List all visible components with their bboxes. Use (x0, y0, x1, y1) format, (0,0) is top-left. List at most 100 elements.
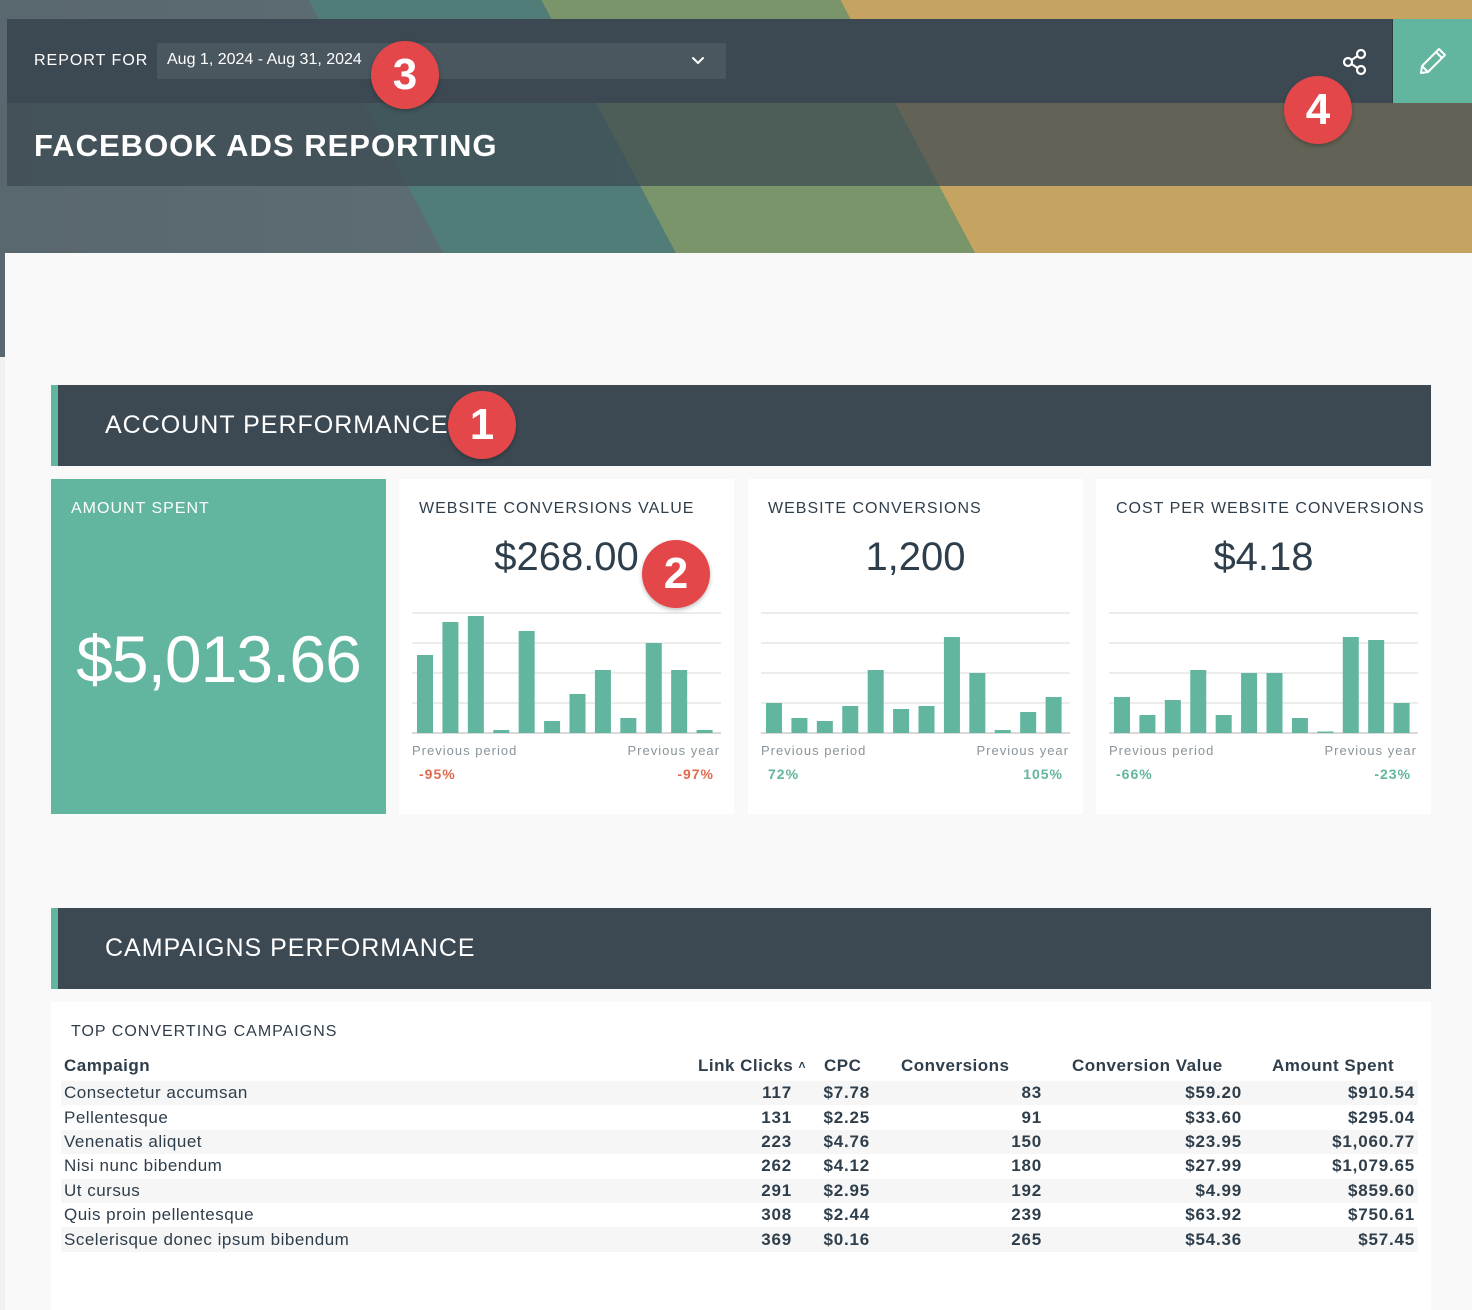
table-row: Ut cursus 291 $2.95 192 $4.99 $859.60 (61, 1178, 1418, 1203)
campaign-name-cell: Consectetur accumsan (64, 1083, 248, 1103)
campaigns-table: Campaign Link Clicks ˄ CPC Conversions C… (61, 1051, 1418, 1252)
chart-bar (620, 718, 637, 733)
title-bar: FACEBOOK ADS REPORTING (7, 103, 1472, 186)
chart-bar (467, 616, 484, 733)
page-title: FACEBOOK ADS REPORTING (34, 128, 498, 163)
annotation-badge: 3 (371, 41, 439, 109)
campaign-name-cell: Quis proin pellentesque (64, 1205, 255, 1225)
metric-cell: 192 (1011, 1180, 1042, 1200)
chart-bar (1342, 637, 1359, 733)
chart-bar (1114, 697, 1131, 733)
chart-bar (1393, 703, 1410, 733)
report-toolbar: REPORT FOR Aug 1, 2024 - Aug 31, 2024 (7, 19, 1472, 103)
chart-bar (893, 709, 910, 733)
campaign-name-cell: Scelerisque donec ipsum bibendum (64, 1229, 350, 1249)
campaign-name-cell: Venenatis aliquet (64, 1131, 202, 1151)
sort-ascending-icon: ˄ (798, 1058, 806, 1072)
table-row: Quis proin pellentesque 308 $2.44 239 $63.92… (61, 1203, 1418, 1227)
metric-cell: 239 (1011, 1205, 1042, 1225)
table-row: Venenatis aliquet 223 $4.76 150 $23.95 $1,060… (61, 1129, 1418, 1155)
previous-period-label: Previous period (1109, 743, 1215, 758)
previous-year-change: -97% (677, 766, 714, 782)
annotation-badge: 1 (448, 391, 516, 459)
chart-bar (417, 655, 434, 733)
chart-bar (918, 706, 935, 733)
website-conversions-value-card: WEBSITE CONVERSIONS VALUE $268.00 Previo… (399, 479, 734, 814)
kpi-value: 1,200 (865, 535, 966, 579)
metric-cell: 180 (1011, 1156, 1042, 1176)
metric-cell: 91 (1021, 1107, 1042, 1127)
column-header-conversions[interactable]: Conversions (873, 1051, 1045, 1081)
metric-cell: $27.99 (1185, 1156, 1242, 1176)
chart-bar (969, 673, 986, 733)
chart-bar (544, 721, 561, 733)
metric-cell: 265 (1011, 1229, 1042, 1249)
table-header-row: Campaign Link Clicks ˄ CPC Conversions C… (61, 1051, 1418, 1081)
metric-cell: $910.54 (1347, 1083, 1415, 1103)
date-range-select[interactable]: Aug 1, 2024 - Aug 31, 2024 (157, 43, 726, 79)
column-header-cpc[interactable]: CPC (806, 1051, 873, 1081)
metric-cell: $0.16 (823, 1229, 870, 1249)
chart-bar (493, 730, 510, 733)
chart-bar (791, 718, 808, 733)
metric-cell: $1,060.77 (1332, 1131, 1415, 1151)
metric-cell: $59.20 (1185, 1083, 1242, 1103)
metric-cell: $57.45 (1358, 1229, 1415, 1249)
metric-cell: $2.44 (823, 1205, 870, 1225)
chart-bar (1045, 697, 1062, 733)
chart-bar (943, 637, 960, 733)
chart-bar (1241, 673, 1258, 733)
metric-cell: 117 (762, 1083, 792, 1103)
metric-cell: 223 (761, 1131, 792, 1151)
metric-cell: $295.04 (1347, 1107, 1415, 1127)
previous-year-change: 105% (1023, 766, 1063, 782)
previous-period-label: Previous period (412, 743, 518, 758)
edit-button[interactable] (1392, 19, 1472, 103)
metric-cell: $63.92 (1185, 1205, 1242, 1225)
date-range-value: Aug 1, 2024 - Aug 31, 2024 (167, 51, 362, 68)
chart-bar (1020, 712, 1037, 733)
account-performance-header: ACCOUNT PERFORMANCE (51, 385, 1431, 466)
bar-chart (412, 612, 721, 734)
metric-cell: $750.61 (1347, 1205, 1415, 1225)
campaigns-performance-header: CAMPAIGNS PERFORMANCE (51, 908, 1431, 989)
previous-period-label: Previous period (761, 743, 867, 758)
metric-cell: 369 (761, 1229, 792, 1249)
chart-bar (1317, 731, 1334, 733)
chart-bar (842, 706, 859, 733)
table-row: Nisi nunc bibendum 262 $4.12 180 $27.99 $1,07… (61, 1154, 1418, 1178)
metric-cell: $859.60 (1347, 1180, 1415, 1200)
kpi-value: $5,013.66 (76, 622, 362, 696)
kpi-label: AMOUNT SPENT (71, 500, 210, 517)
metric-cell: $4.12 (823, 1156, 870, 1176)
metric-cell: $54.36 (1185, 1229, 1242, 1249)
metric-cell: 131 (761, 1107, 792, 1127)
chart-bar (1266, 673, 1283, 733)
column-header-campaign[interactable]: Campaign (61, 1051, 673, 1081)
cost-per-website-conversions-card: COST PER WEBSITE CONVERSIONS $4.18 Previ… (1096, 479, 1431, 814)
column-header-link-clicks[interactable]: Link Clicks ˄ (673, 1051, 806, 1081)
annotation-badge: 2 (642, 540, 710, 608)
column-header-conversion-value[interactable]: Conversion Value (1045, 1051, 1245, 1081)
kpi-label: WEBSITE CONVERSIONS (768, 500, 982, 517)
metric-cell: $2.95 (823, 1180, 870, 1200)
metric-cell: 150 (1011, 1131, 1042, 1151)
metric-cell: $7.78 (823, 1083, 870, 1103)
chart-bar (1215, 715, 1232, 733)
chart-bar (816, 721, 833, 733)
table-row: Scelerisque donec ipsum bibendum 369 $0.16… (61, 1227, 1418, 1252)
top-converting-campaigns-card: TOP CONVERTING CAMPAIGNS Campaign Link C… (51, 1002, 1431, 1310)
kpi-label: WEBSITE CONVERSIONS VALUE (419, 500, 695, 517)
table-row: Consectetur accumsan 117 $7.78 83 $59.20 $910… (61, 1081, 1418, 1106)
share-icon (1342, 48, 1367, 76)
share-button[interactable] (1333, 45, 1377, 79)
column-header-amount-spent[interactable]: Amount Spent (1245, 1051, 1418, 1081)
chart-bar (994, 730, 1011, 733)
chart-bar (569, 694, 586, 733)
chart-bar (766, 703, 783, 733)
metric-cell: $23.95 (1185, 1131, 1242, 1151)
bar-chart (761, 612, 1070, 734)
campaign-name-cell: Ut cursus (64, 1180, 141, 1200)
chart-bar (518, 631, 535, 733)
chevron-down-icon (692, 57, 704, 64)
